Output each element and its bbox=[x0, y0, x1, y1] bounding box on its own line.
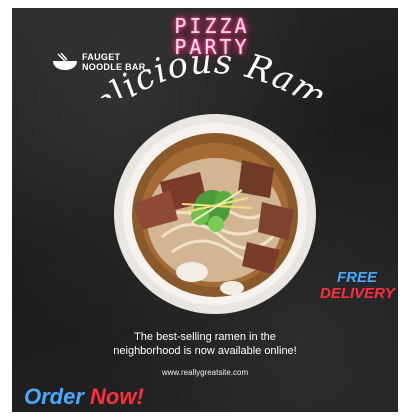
brand-name-line1: FAUGET bbox=[82, 52, 121, 62]
free-delivery-badge: FREE DELIVERY bbox=[320, 269, 395, 302]
website-link[interactable]: www.reallygreatsite.com bbox=[122, 368, 288, 378]
tagline-line2: neighborhood is now available online! bbox=[113, 345, 297, 357]
tagline-line1: The best-selling ramen in the bbox=[134, 331, 276, 343]
neon-sign-line2: PARTY bbox=[174, 35, 250, 59]
order-now-word1: Order bbox=[24, 384, 84, 409]
free-delivery-line2: DELIVERY bbox=[320, 285, 395, 302]
ramen-poster: PIZZA PARTY FAUGET NOODLE BAR Delicious … bbox=[12, 8, 398, 412]
brand-logo: FAUGET NOODLE BAR bbox=[52, 52, 146, 72]
brand-name: FAUGET NOODLE BAR bbox=[82, 52, 146, 72]
neon-sign: PIZZA PARTY bbox=[132, 16, 292, 58]
free-delivery-line1: FREE bbox=[336, 269, 377, 286]
order-now-word2: Now! bbox=[90, 384, 144, 409]
ramen-bowl-image bbox=[114, 114, 316, 314]
noodle-bowl-icon bbox=[53, 53, 77, 70]
tagline: The best-selling ramen in the neighborho… bbox=[72, 330, 338, 358]
brand-name-line2: NOODLE BAR bbox=[82, 62, 146, 72]
neon-sign-line1: PIZZA bbox=[174, 14, 250, 38]
order-now-button[interactable]: Order Now! bbox=[24, 385, 144, 409]
